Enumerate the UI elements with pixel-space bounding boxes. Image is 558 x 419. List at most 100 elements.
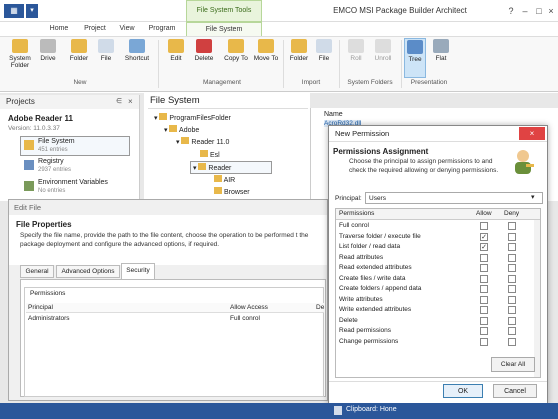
allow-checkbox[interactable] — [480, 274, 488, 283]
project-item-file-system[interactable] — [20, 136, 130, 156]
scrollbar[interactable] — [534, 220, 540, 377]
tab-file-system[interactable]: File System — [186, 22, 262, 36]
cancel-button[interactable]: Cancel — [493, 384, 537, 398]
tree-item[interactable]: ▾ ProgramFilesFolder — [154, 113, 231, 122]
close-icon[interactable]: × — [544, 4, 558, 18]
tree-item[interactable]: ▾ Adobe — [164, 125, 199, 134]
close-icon[interactable]: × — [128, 97, 133, 106]
allow-checkbox[interactable] — [480, 327, 488, 335]
permission-row[interactable]: Write attributes — [336, 295, 540, 306]
deny-checkbox[interactable] — [508, 327, 516, 335]
permission-row[interactable]: Traverse folder / execute file ✓ — [336, 232, 540, 243]
tree-item-selected[interactable]: ▾ Reader — [190, 161, 273, 174]
column-header-name[interactable]: Name — [324, 111, 343, 118]
tree-item[interactable]: AIR — [214, 175, 235, 184]
chevron-down-icon[interactable]: ▾ — [26, 4, 38, 18]
move-to-button[interactable]: Move To — [252, 38, 280, 78]
allow-checkbox[interactable] — [480, 285, 488, 293]
tab-view[interactable]: View — [114, 22, 140, 36]
tab-general[interactable]: General — [20, 265, 54, 278]
deny-checkbox[interactable] — [508, 253, 516, 262]
pin-icon[interactable]: ∈ — [116, 97, 122, 105]
help-icon[interactable]: ? — [504, 4, 518, 18]
tree-item[interactable]: Esl — [200, 150, 220, 159]
permission-row[interactable]: Create files / write data — [336, 274, 540, 285]
principal-select[interactable]: Users — [365, 192, 543, 204]
deny-checkbox[interactable] — [508, 306, 516, 314]
deny-checkbox[interactable] — [508, 222, 516, 230]
permission-row[interactable]: Write extended attributes — [336, 305, 540, 316]
registry-icon — [24, 160, 34, 170]
deny-checkbox[interactable] — [508, 243, 516, 251]
column-header[interactable]: De — [316, 304, 324, 311]
permission-row[interactable]: List folder / read data ✓ — [336, 242, 540, 253]
flat-button[interactable]: Flat — [430, 38, 452, 78]
tree-item[interactable]: ▾ Reader 11.0 — [176, 137, 229, 146]
app-menu-icon[interactable]: ▦ — [4, 4, 24, 18]
tab-program[interactable]: Program — [143, 22, 181, 36]
deny-checkbox[interactable] — [508, 337, 516, 346]
ok-button[interactable]: OK — [443, 384, 483, 398]
allow-checkbox[interactable] — [480, 306, 488, 314]
tab-security[interactable]: Security — [121, 263, 155, 279]
allow-checkbox[interactable] — [480, 337, 488, 346]
column-header[interactable]: Allow Access — [230, 304, 268, 311]
divider — [329, 381, 547, 382]
drive-icon — [40, 39, 56, 53]
deny-checkbox[interactable] — [508, 316, 516, 325]
shortcut-icon — [129, 39, 145, 53]
tab-project[interactable]: Project — [78, 22, 112, 36]
shortcut-button[interactable]: Shortcut — [120, 38, 154, 78]
tree-button[interactable]: Tree — [404, 38, 426, 78]
tree-item[interactable]: Browser — [214, 187, 250, 196]
allow-checkbox[interactable] — [480, 253, 488, 262]
system-folder-button[interactable]: System Folder — [6, 38, 34, 78]
panel-title: File System — [150, 95, 200, 106]
import-file-button[interactable]: File — [312, 38, 336, 78]
table-cell-access[interactable]: Full conrol — [230, 315, 260, 322]
close-icon[interactable]: × — [519, 127, 545, 140]
table-cell-principal[interactable]: Administrators — [28, 315, 70, 322]
deny-checkbox[interactable] — [508, 285, 516, 293]
table-header — [26, 303, 324, 313]
permission-row[interactable]: Read attributes — [336, 253, 540, 264]
deny-checkbox[interactable] — [508, 232, 516, 241]
permission-label: Write extended attributes — [339, 306, 412, 313]
allow-checkbox[interactable] — [480, 264, 488, 272]
tree-label: AIR — [223, 177, 236, 184]
allow-checkbox[interactable]: ✓ — [480, 243, 488, 251]
permission-row[interactable]: Change permissions — [336, 337, 540, 348]
permission-row[interactable]: Read extended attributes — [336, 263, 540, 274]
unroll-button[interactable]: Unroll — [370, 38, 396, 78]
button-label: System Folder — [9, 55, 31, 69]
permission-row[interactable]: Read permissions — [336, 326, 540, 337]
tab-advanced-options[interactable]: Advanced Options — [56, 265, 120, 278]
import-folder-button[interactable]: Folder — [286, 38, 312, 78]
permission-row[interactable]: Create folders / append data — [336, 284, 540, 295]
deny-checkbox[interactable] — [508, 274, 516, 283]
allow-checkbox[interactable]: ✓ — [480, 232, 488, 241]
minimize-icon[interactable]: – — [518, 4, 532, 18]
clear-all-button[interactable]: Clear All — [491, 357, 535, 372]
allow-checkbox[interactable] — [480, 316, 488, 325]
app-title: EMCO MSI Package Builder Architect — [333, 6, 467, 15]
file-button[interactable]: File — [94, 38, 118, 78]
item-label[interactable]: Registry — [38, 158, 64, 165]
deny-checkbox[interactable] — [508, 264, 516, 272]
roll-button[interactable]: Roll — [344, 38, 368, 78]
permission-row[interactable]: Delete — [336, 316, 540, 327]
delete-button[interactable]: Delete — [190, 38, 218, 78]
allow-checkbox[interactable] — [480, 222, 488, 230]
deny-checkbox[interactable] — [508, 295, 516, 304]
permission-row[interactable]: Full conrol — [336, 221, 540, 232]
tab-home[interactable]: Home — [44, 22, 74, 36]
edit-button[interactable]: Edit — [164, 38, 188, 78]
allow-checkbox[interactable] — [480, 295, 488, 304]
drive-button[interactable]: Drive — [36, 38, 60, 78]
item-label[interactable]: Environment Variables — [38, 179, 108, 186]
project-name[interactable]: Adobe Reader 11 — [8, 114, 73, 123]
folder-button[interactable]: Folder — [66, 38, 92, 78]
column-header[interactable]: Principal — [28, 304, 53, 311]
copy-to-button[interactable]: Copy To — [222, 38, 250, 78]
chevron-down-icon[interactable]: ▾ — [531, 192, 535, 204]
